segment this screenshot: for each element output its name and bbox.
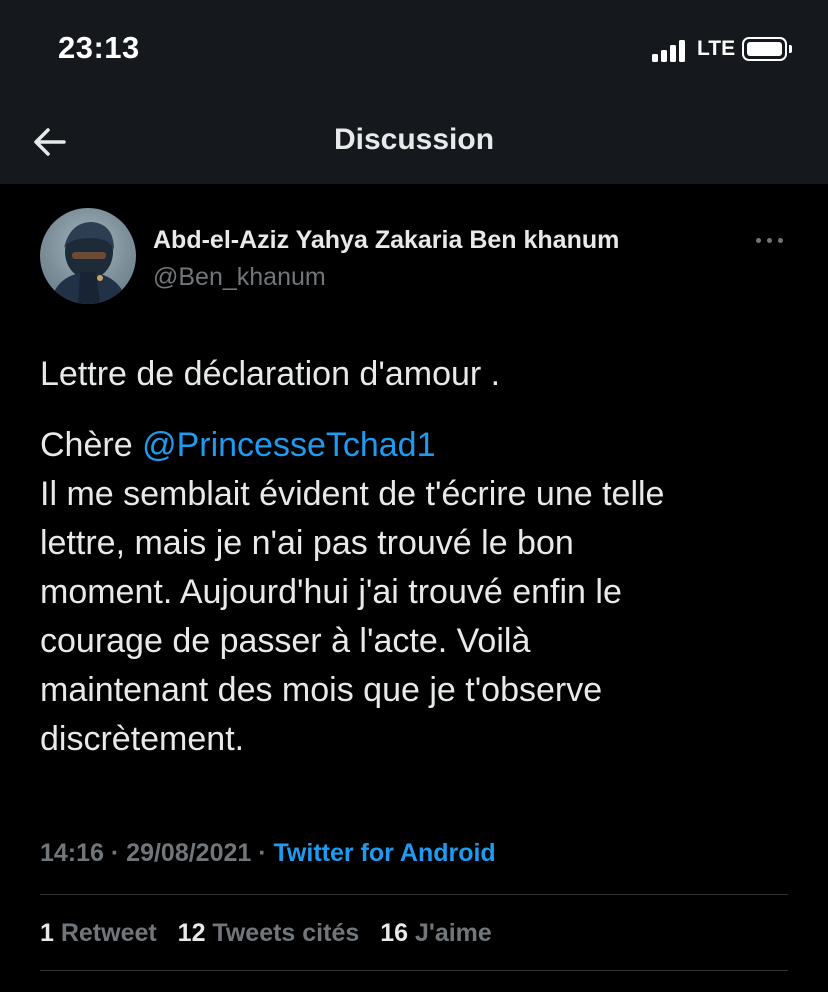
retweets-label: Retweet	[53, 919, 157, 947]
salutation-text: Chère	[40, 426, 143, 464]
mention-link[interactable]: @PrincesseTchad1	[142, 426, 435, 464]
tweet-text-body: Chère @PrincesseTchad1 Il me semblait év…	[40, 421, 800, 764]
screen: 23:13 LTE Discussion Abd-el-Aziz Yahya Z…	[0, 0, 828, 992]
quote-tweets-label: Tweets cités	[205, 919, 360, 947]
author-display-name[interactable]: Abd-el-Aziz Yahya Zakaria Ben khanum	[153, 226, 619, 255]
retweets-stat[interactable]: 1 Retweet	[40, 919, 157, 948]
network-type: LTE	[697, 37, 736, 60]
tweet-salutation-line: Chère @PrincesseTchad1	[40, 421, 800, 470]
separator: ·	[103, 839, 127, 867]
author-handle[interactable]: @Ben_khanum	[153, 263, 326, 292]
tweet-date: 29/08/2021	[126, 839, 252, 867]
tweet-body-line: moment. Aujourd'hui j'ai trouvé enfin le	[40, 573, 622, 611]
tweet-source-link[interactable]: Twitter for Android	[274, 839, 496, 867]
divider	[40, 894, 788, 895]
author-avatar[interactable]	[40, 208, 136, 304]
status-bar: 23:13 LTE	[0, 0, 828, 100]
separator: ·	[251, 839, 274, 867]
tweet-time: 14:16	[40, 839, 104, 867]
more-options-icon[interactable]	[754, 232, 786, 248]
retweets-count: 1	[40, 919, 54, 947]
page-title: Discussion	[333, 123, 495, 156]
quote-tweets-stat[interactable]: 12 Tweets cités	[178, 919, 360, 948]
quote-tweets-count: 12	[177, 919, 206, 947]
likes-label: J'aime	[408, 919, 492, 947]
battery-icon	[742, 37, 792, 61]
tweet-body-line: Il me semblait évident de t'écrire une t…	[40, 475, 665, 513]
signal-strength-icon	[652, 40, 688, 62]
top-navigation-bar: Discussion	[0, 100, 828, 184]
tweet-body-line: courage de passer à l'acte. Voilà	[40, 622, 531, 660]
tweet-text-title: Lettre de déclaration d'amour .	[40, 355, 501, 393]
tweet-body-line: maintenant des mois que je t'observe	[40, 671, 603, 709]
likes-stat[interactable]: 16 J'aime	[380, 919, 492, 948]
status-time: 23:13	[58, 30, 140, 65]
tweet-body-line: lettre, mais je n'ai pas trouvé le bon	[40, 524, 574, 562]
likes-count: 16	[380, 919, 409, 947]
tweet: Abd-el-Aziz Yahya Zakaria Ben khanum @Be…	[0, 184, 828, 992]
tweet-metadata: 14:16 · 29/08/2021 · Twitter for Android	[40, 839, 496, 868]
tweet-stats: 1 Retweet 12 Tweets cités 16 J'aime	[40, 919, 506, 948]
tweet-body-line: discrètement.	[40, 720, 245, 758]
divider	[40, 970, 788, 971]
